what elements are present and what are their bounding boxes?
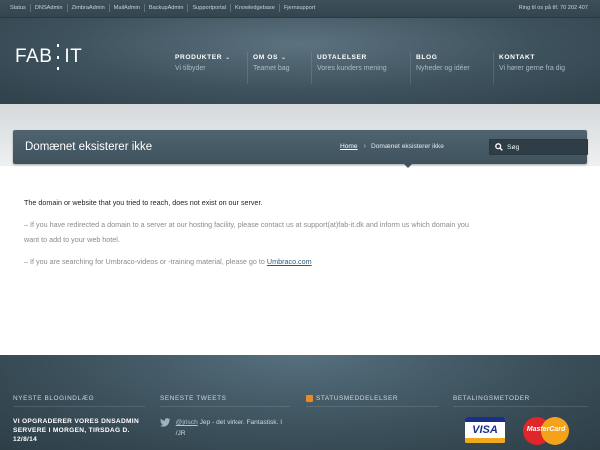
umbraco-link[interactable]: Umbraco.com (267, 257, 312, 266)
footer-blog-column: NYESTE BLOGINDLÆG VI OPGRADERER VORES DN… (13, 395, 145, 444)
footer-status-column: STATUSMEDDELELSER (306, 395, 438, 407)
nav-item-om-os[interactable]: OM OS ⌄ Teamet bag (247, 52, 317, 84)
nav-title: PRODUKTER (175, 54, 223, 61)
utility-link-status[interactable]: Status (6, 4, 31, 12)
tweet-text: @jrisch Jep - det virker. Fantastisk. I … (176, 417, 290, 439)
main-content: The domain or website that you tried to … (24, 195, 584, 276)
nav-item-blog[interactable]: BLOG Nyheder og idéer (410, 52, 499, 84)
rss-icon[interactable] (306, 395, 313, 402)
visa-label: VISA (472, 424, 498, 436)
footer-tweets-column: SENESTE TWEETS @jrisch Jep - det virker.… (160, 395, 290, 439)
nav-subtitle: Vi hører gerne fra dig (499, 65, 566, 72)
nav-subtitle: Vores kunders mening (317, 65, 387, 72)
nav-item-produkter[interactable]: PRODUKTER ⌄ Vi tilbyder (175, 54, 253, 72)
page-title-bar: Domænet eksisterer ikke Home › Domænet e… (13, 130, 588, 164)
search-input[interactable] (507, 143, 577, 151)
nav-title: BLOG (416, 54, 438, 61)
utility-link-knowledgebase[interactable]: Knowledgebase (231, 4, 280, 12)
payment-cards: VISA MasterCard (465, 417, 588, 445)
logo-text-left: FAB (15, 46, 53, 67)
utility-links: Status DNSAdmin ZimbraAdmin MailAdmin Ba… (6, 4, 319, 12)
breadcrumb: Home › Domænet eksisterer ikke (340, 143, 444, 150)
blog-post-link[interactable]: VI OPGRADERER VORES DNSADMIN SERVERE I M… (13, 417, 145, 444)
footer-heading-status-wrap: STATUSMEDDELELSER (306, 395, 438, 407)
utility-link-zimbraadmin[interactable]: ZimbraAdmin (68, 4, 110, 12)
utility-link-dnsadmin[interactable]: DNSAdmin (31, 4, 68, 12)
site-header: FAB IT PRODUKTER ⌄ Vi tilbyder OM OS ⌄ Tea… (0, 18, 600, 104)
nav-title: OM OS (253, 54, 278, 61)
breadcrumb-pointer-icon (404, 164, 412, 168)
search-icon (495, 143, 503, 151)
breadcrumb-current: Domænet eksisterer ikke (370, 143, 444, 150)
nav-item-kontakt[interactable]: KONTAKT Vi hører gerne fra dig (493, 52, 579, 84)
utility-link-mailadmin[interactable]: MailAdmin (110, 4, 145, 12)
nav-title: KONTAKT (499, 54, 535, 61)
utility-link-supportportal[interactable]: Supportportal (188, 4, 232, 12)
logo[interactable]: FAB IT (15, 42, 82, 72)
logo-divider (57, 44, 60, 70)
main-nav: PRODUKTER ⌄ Vi tilbyder OM OS ⌄ Teamet bag… (175, 52, 579, 84)
page-title: Domænet eksisterer ikke (25, 141, 153, 153)
redirect-info-line1: – If you have redirected a domain to a s… (24, 220, 469, 229)
chevron-down-icon: ⌄ (280, 55, 287, 61)
mastercard-logo: MasterCard (523, 417, 569, 445)
nav-subtitle: Vi tilbyder (175, 65, 206, 72)
umbraco-info: – If you are searching for Umbraco-video… (24, 254, 584, 269)
mastercard-label: MasterCard (526, 426, 566, 433)
search-box[interactable] (489, 139, 588, 155)
footer-heading-tweets: SENESTE TWEETS (160, 395, 290, 407)
nav-subtitle: Teamet bag (253, 65, 290, 72)
nav-subtitle: Nyheder og idéer (416, 65, 470, 72)
phone-number: Ring til os på tlf. 70 202 407 (518, 5, 588, 11)
footer-heading-blog: NYESTE BLOGINDLÆG (13, 395, 145, 407)
visa-logo: VISA (465, 417, 505, 443)
footer-heading-status: STATUSMEDDELELSER (316, 395, 399, 402)
site-footer: NYESTE BLOGINDLÆG VI OPGRADERER VORES DN… (0, 355, 600, 450)
utility-bar: Status DNSAdmin ZimbraAdmin MailAdmin Ba… (0, 0, 600, 18)
error-message: The domain or website that you tried to … (24, 198, 263, 207)
umbraco-info-text: – If you are searching for Umbraco-video… (24, 257, 267, 266)
footer-payment-column: BETALINGSMETODER VISA MasterCard (453, 395, 588, 445)
utility-link-fjernsupport[interactable]: Fjernsupport (280, 4, 319, 12)
tweet-user-link[interactable]: @jrisch (176, 419, 198, 426)
footer-heading-payment: BETALINGSMETODER (453, 395, 588, 407)
utility-link-backupadmin[interactable]: BackupAdmin (145, 4, 189, 12)
logo-text-right: IT (64, 46, 83, 67)
breadcrumb-home-link[interactable]: Home (340, 143, 358, 150)
tweet: @jrisch Jep - det virker. Fantastisk. I … (160, 417, 290, 439)
twitter-bird-icon (160, 418, 171, 427)
nav-title: UDTALELSER (317, 54, 367, 61)
nav-item-udtalelser[interactable]: UDTALELSER Vores kunders mening (311, 52, 416, 84)
chevron-down-icon: ⌄ (225, 55, 231, 61)
chevron-right-icon: › (363, 143, 366, 150)
redirect-info-line2: want to add to your web hotel. (24, 235, 120, 244)
